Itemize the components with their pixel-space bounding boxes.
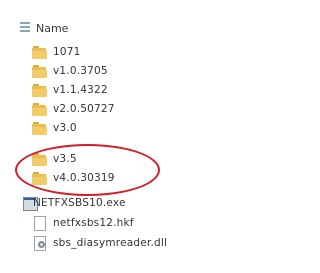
list-item-folder[interactable]: v2.0.50727 [0, 100, 266, 119]
folder-icon [32, 170, 48, 186]
item-label: 1071 [53, 46, 81, 58]
list-item-dll[interactable]: sbs_diasymreader.dll [0, 234, 266, 253]
item-label: NETFXSBS10.exe [33, 197, 126, 209]
folder-icon [32, 101, 48, 117]
item-label: v3.0 [53, 122, 77, 134]
list-item-folder[interactable]: v1.1.4322 [0, 81, 266, 100]
item-label: v1.0.3705 [53, 65, 108, 77]
folder-icon [32, 44, 48, 60]
list-item-folder[interactable]: v1.0.3705 [0, 62, 266, 81]
list-item-folder[interactable]: v4.0.30319 [0, 169, 266, 188]
folder-icon [32, 120, 48, 136]
item-label: v4.0.30319 [53, 172, 115, 184]
list-item-folder[interactable]: v3.5 [0, 150, 266, 169]
item-label: netfxsbs12.hkf [53, 217, 134, 229]
folder-icon [32, 151, 48, 167]
column-header: Name [0, 18, 266, 40]
item-label: v2.0.50727 [53, 103, 115, 115]
dll-gear-icon [32, 235, 48, 251]
folder-icon [32, 63, 48, 79]
item-label: v1.1.4322 [53, 84, 108, 96]
item-label: v3.5 [53, 153, 77, 165]
list-item-folder[interactable]: 1071 [0, 43, 266, 62]
list-item-folder[interactable]: v3.0 [0, 119, 266, 138]
list-view-icon [20, 22, 30, 34]
list-item-file[interactable]: netfxsbs12.hkf [0, 214, 266, 233]
file-icon [32, 215, 48, 231]
list-item-exe[interactable]: NETFXSBS10.exe [0, 194, 266, 213]
folder-icon [32, 82, 48, 98]
item-label: sbs_diasymreader.dll [53, 237, 168, 249]
name-column-header[interactable]: Name [36, 22, 68, 35]
